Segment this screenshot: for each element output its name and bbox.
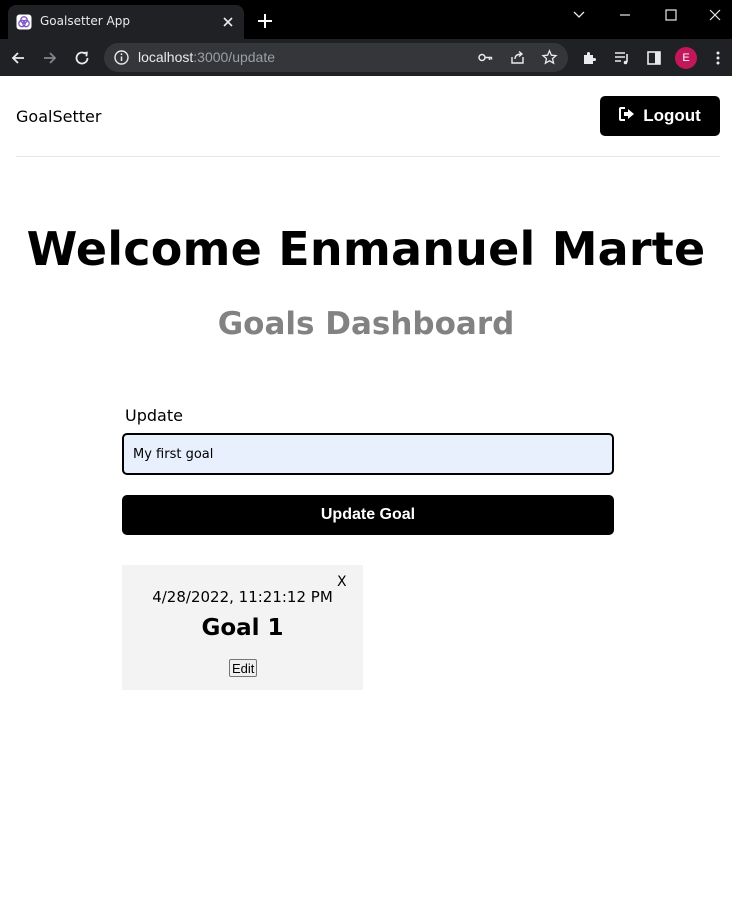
tab-search-chevron-icon[interactable] — [556, 0, 602, 30]
extensions-puzzle-icon[interactable] — [578, 46, 602, 70]
forward-arrow-icon[interactable] — [38, 46, 62, 70]
tab-close-icon[interactable] — [218, 12, 238, 32]
goal-text-input[interactable] — [122, 433, 614, 475]
minimize-icon[interactable] — [602, 0, 648, 30]
logout-label: Logout — [643, 106, 701, 125]
address-bar[interactable]: localhost:3000/update — [104, 43, 568, 72]
brand-link[interactable]: GoalSetter — [16, 107, 101, 126]
side-panel-icon[interactable] — [642, 46, 666, 70]
logout-button[interactable]: Logout — [600, 96, 720, 136]
page-title: Welcome Enmanuel Marte — [26, 222, 706, 276]
sign-out-icon — [619, 106, 635, 126]
app-header: GoalSetter Logout — [16, 76, 720, 157]
url-text[interactable]: localhost:3000/update — [138, 49, 275, 65]
maximize-icon[interactable] — [648, 0, 694, 30]
update-goal-button[interactable]: Update Goal — [122, 495, 614, 535]
page-subtitle: Goals Dashboard — [217, 306, 515, 342]
profile-avatar[interactable]: E — [675, 47, 697, 69]
site-info-icon[interactable] — [113, 49, 130, 66]
url-path: :3000/update — [193, 49, 276, 65]
media-queue-icon[interactable] — [610, 46, 634, 70]
key-icon[interactable] — [477, 49, 494, 66]
new-tab-icon[interactable] — [254, 10, 276, 32]
browser-menu-icon[interactable] — [706, 46, 730, 70]
share-icon[interactable] — [509, 49, 526, 66]
goal-title: Goal 1 — [201, 615, 284, 641]
tab-title: Goalsetter App — [40, 14, 130, 28]
reload-icon[interactable] — [70, 46, 94, 70]
url-host: localhost — [138, 49, 194, 65]
app-favicon-icon — [16, 14, 32, 30]
update-field-label: Update — [125, 406, 183, 425]
window-close-icon[interactable] — [692, 0, 732, 30]
goal-date: 4/28/2022, 11:21:12 PM — [152, 588, 333, 606]
back-arrow-icon[interactable] — [6, 46, 30, 70]
browser-tab-strip: Goalsetter App — [0, 0, 732, 39]
bookmark-star-icon[interactable] — [541, 49, 558, 66]
browser-toolbar: localhost:3000/update — [0, 39, 732, 76]
browser-tab[interactable]: Goalsetter App — [8, 5, 244, 39]
goal-card: X 4/28/2022, 11:21:12 PM Goal 1 Edit — [122, 565, 363, 690]
edit-goal-button[interactable]: Edit — [229, 659, 258, 677]
